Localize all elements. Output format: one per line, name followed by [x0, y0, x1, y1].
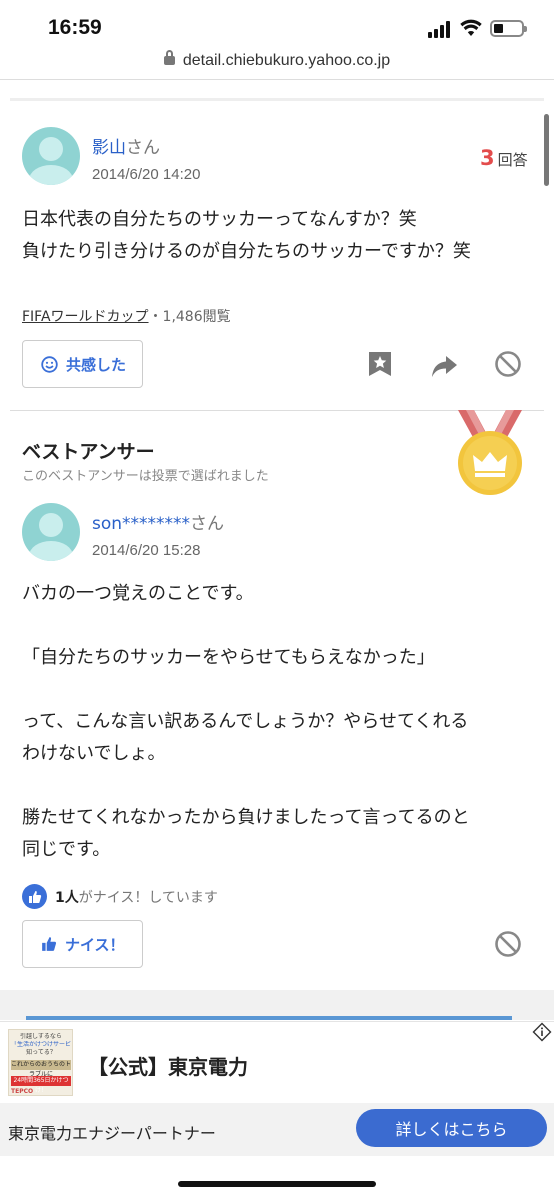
- thumbs-up-icon: [42, 937, 57, 951]
- loading-bar: [26, 1016, 512, 1020]
- ad-thumbnail[interactable]: 引越しするなら 「生活かけつけサービス」って 知ってる？ これからのおうちのトラ…: [8, 1029, 73, 1096]
- block-icon[interactable]: [494, 930, 522, 958]
- nice-button[interactable]: ナイス！: [22, 920, 143, 968]
- status-bar: 16:59: [0, 0, 554, 48]
- best-answer-title: ベストアンサー: [22, 441, 155, 463]
- ad-title[interactable]: 【公式】東京電力: [88, 1051, 248, 1080]
- nice-summary: 1人 がナイス！しています: [22, 884, 218, 909]
- url-text: detail.chiebukuro.yahoo.co.jp: [182, 52, 391, 69]
- answerer-name[interactable]: son********さん: [92, 509, 224, 534]
- answer-body: バカの一つ覚えのことです。 「自分たちのサッカーをやらせてもらえなかった」 って…: [22, 583, 470, 860]
- ad-cta-button[interactable]: 詳しくはこちら: [356, 1109, 547, 1147]
- ad-banner[interactable]: 引越しするなら 「生活かけつけサービス」って 知ってる？ これからのおうちのトラ…: [0, 1021, 554, 1156]
- cellular-signal-icon: [428, 21, 454, 38]
- answerer-avatar[interactable]: [22, 503, 80, 561]
- scrollbar[interactable]: [544, 114, 549, 186]
- answer-count: 3 回答: [480, 146, 528, 170]
- address-bar[interactable]: detail.chiebukuro.yahoo.co.jp: [0, 48, 554, 80]
- battery-icon: [490, 20, 527, 37]
- category-tag-link[interactable]: FIFAワールドカップ: [22, 309, 149, 325]
- wifi-icon: [460, 19, 482, 36]
- best-answer-subtitle: このベストアンサーは投票で選ばれました: [22, 469, 269, 484]
- section-divider: [10, 98, 544, 101]
- question-date: 2014/6/20 14:20: [92, 166, 201, 183]
- lock-icon: [163, 50, 175, 65]
- block-icon[interactable]: [494, 350, 522, 378]
- view-count: ・1,486閲覧: [148, 309, 231, 325]
- status-time: 16:59: [48, 16, 102, 39]
- questioner-avatar[interactable]: [22, 127, 80, 185]
- ad-advertiser: 東京電力エナジーパートナー: [8, 1124, 216, 1143]
- smile-icon: [41, 355, 58, 373]
- question-body: 日本代表の自分たちのサッカーってなんすか？笑 負けたり引き分けるのが自分たちのサ…: [22, 209, 471, 262]
- question-meta: FIFAワールドカップ・1,486閲覧: [22, 306, 231, 326]
- share-icon[interactable]: [430, 352, 458, 380]
- thumbs-up-icon: [22, 884, 47, 909]
- nice-count: 1人: [55, 889, 79, 906]
- answer-date: 2014/6/20 15:28: [92, 542, 201, 559]
- questioner-name[interactable]: 影山さん: [92, 133, 160, 158]
- bookmark-star-icon[interactable]: [366, 350, 394, 378]
- empathy-button[interactable]: 共感した: [22, 340, 143, 388]
- medal-crown-icon: [458, 410, 522, 495]
- home-indicator[interactable]: [178, 1181, 376, 1187]
- ad-info-icon[interactable]: [532, 1022, 552, 1042]
